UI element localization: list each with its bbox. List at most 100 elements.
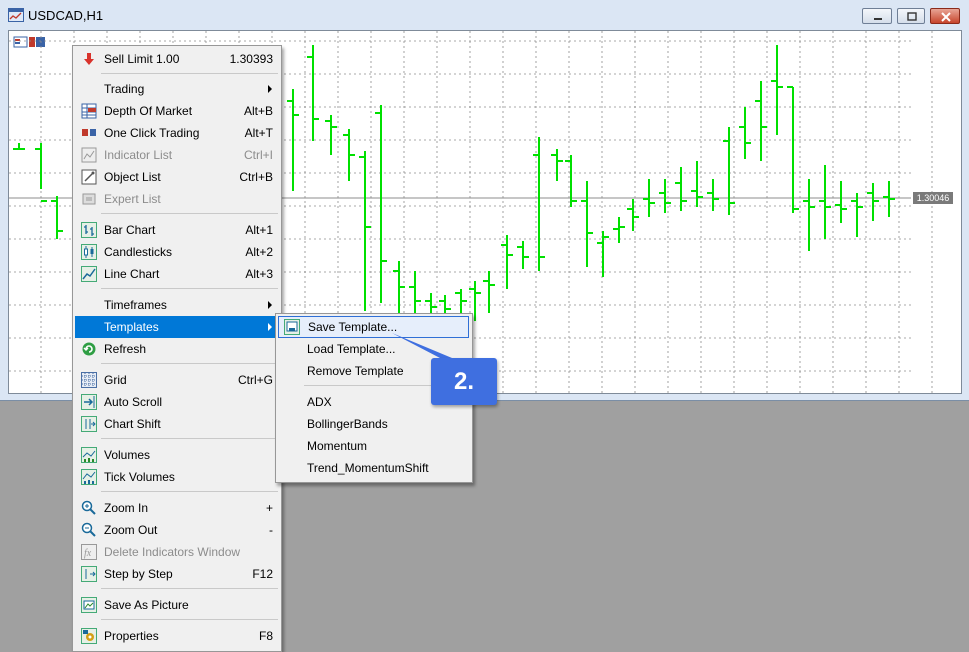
depth-of-market-icon — [81, 103, 97, 119]
menu-item-one-click-trading[interactable]: One Click Trading Alt+T — [75, 122, 278, 144]
menu-item-sell-limit[interactable]: Sell Limit 1.00 1.30393 — [75, 48, 278, 70]
menu-item-trading[interactable]: Trading — [75, 78, 278, 100]
price-bar — [287, 89, 299, 191]
chart-context-menu: Sell Limit 1.00 1.30393 Trading Depth Of… — [72, 45, 282, 652]
menu-item-tick-volumes[interactable]: Tick Volumes — [75, 466, 278, 488]
price-bar — [755, 81, 767, 161]
menu-item-timeframes[interactable]: Timeframes — [75, 294, 278, 316]
menu-item-templates[interactable]: Templates — [75, 316, 278, 338]
chart-toolbar-icons[interactable] — [13, 36, 45, 48]
price-bar — [517, 241, 529, 269]
menu-item-object-list[interactable]: Object List Ctrl+B — [75, 166, 278, 188]
price-bar — [533, 137, 545, 271]
chart-window-icon — [8, 8, 24, 22]
buy-quick-icon — [36, 37, 45, 47]
menu-item-volumes[interactable]: Volumes — [75, 444, 278, 466]
properties-icon — [81, 628, 97, 644]
submenu-item-load-template[interactable]: Load Template... — [278, 338, 469, 360]
menu-item-delete-indicators-window[interactable]: fx Delete Indicators Window — [75, 541, 278, 563]
menu-item-auto-scroll[interactable]: Auto Scroll — [75, 391, 278, 413]
grid-icon — [81, 372, 97, 388]
menu-item-bar-chart[interactable]: Bar Chart Alt+1 — [75, 219, 278, 241]
menu-item-properties[interactable]: Properties F8 — [75, 625, 278, 647]
price-bar — [627, 199, 639, 231]
price-bar — [551, 149, 563, 181]
minimize-icon — [874, 18, 882, 20]
price-bar — [51, 196, 63, 239]
maximize-button[interactable] — [897, 8, 925, 24]
save-as-picture-icon — [81, 597, 97, 613]
price-bar — [359, 151, 371, 311]
zoom-out-icon — [81, 522, 96, 537]
price-bar — [675, 167, 687, 211]
submenu-item-template-trend-momentumshift[interactable]: Trend_MomentumShift — [278, 457, 469, 479]
svg-text:fx: fx — [84, 548, 92, 559]
menu-item-candlesticks[interactable]: Candlesticks Alt+2 — [75, 241, 278, 263]
tick-volumes-icon — [81, 469, 97, 485]
price-bar — [851, 193, 863, 237]
menu-item-refresh[interactable]: Refresh — [75, 338, 278, 360]
price-bar — [803, 179, 815, 251]
price-bar — [739, 107, 751, 159]
submenu-arrow-icon — [268, 323, 272, 331]
menu-item-grid[interactable]: Grid Ctrl+G — [75, 369, 278, 391]
price-bar — [375, 105, 387, 303]
object-list-icon — [81, 169, 97, 185]
maximize-icon — [907, 12, 917, 21]
price-bar — [819, 165, 831, 239]
price-bar — [835, 181, 847, 223]
submenu-item-save-template[interactable]: Save Template... — [278, 316, 469, 338]
close-icon — [941, 12, 951, 22]
menu-item-depth-of-market[interactable]: Depth Of Market Alt+B — [75, 100, 278, 122]
price-bar — [867, 183, 879, 221]
auto-scroll-icon — [81, 394, 97, 410]
menu-separator — [101, 491, 278, 492]
close-button[interactable] — [930, 8, 960, 24]
candlesticks-icon — [81, 244, 97, 260]
title-bar[interactable]: USDCAD,H1 — [0, 0, 969, 30]
price-bar — [771, 45, 783, 135]
menu-separator — [101, 438, 278, 439]
delete-indicators-window-icon: fx — [81, 544, 97, 560]
step-by-step-icon — [81, 566, 97, 582]
submenu-item-template-momentum[interactable]: Momentum — [278, 435, 469, 457]
price-bar — [723, 127, 735, 215]
menu-separator — [101, 363, 278, 364]
price-bar — [325, 115, 337, 155]
menu-separator — [101, 619, 278, 620]
price-bar — [883, 181, 895, 217]
expert-list-icon — [82, 193, 96, 205]
refresh-icon — [82, 342, 96, 356]
menu-item-line-chart[interactable]: Line Chart Alt+3 — [75, 263, 278, 285]
menu-item-step-by-step[interactable]: Step by Step F12 — [75, 563, 278, 585]
menu-item-indicator-list[interactable]: Indicator List Ctrl+I — [75, 144, 278, 166]
bar-chart-icon — [81, 222, 97, 238]
chart-shift-icon — [81, 416, 97, 432]
minimize-button[interactable] — [862, 8, 892, 24]
line-chart-icon — [81, 266, 97, 282]
sell-limit-icon — [84, 53, 94, 65]
price-bar — [483, 271, 495, 313]
one-click-trading-icon — [82, 129, 96, 136]
save-template-icon — [284, 319, 300, 335]
menu-item-save-as-picture[interactable]: Save As Picture — [75, 594, 278, 616]
menu-separator — [101, 288, 278, 289]
zoom-in-icon — [81, 500, 96, 515]
price-bar — [13, 143, 25, 150]
window-title: USDCAD,H1 — [28, 8, 104, 23]
menu-item-zoom-out[interactable]: Zoom Out - — [75, 519, 278, 541]
price-bar — [597, 231, 609, 277]
indicator-list-icon — [81, 147, 97, 163]
menu-item-expert-list[interactable]: Expert List — [75, 188, 278, 210]
volumes-icon — [81, 447, 97, 463]
submenu-arrow-icon — [268, 301, 272, 309]
menu-separator — [101, 73, 278, 74]
price-bar — [307, 45, 319, 141]
menu-item-zoom-in[interactable]: Zoom In + — [75, 497, 278, 519]
submenu-item-template-bollingerbands[interactable]: BollingerBands — [278, 413, 469, 435]
menu-item-chart-shift[interactable]: Chart Shift — [75, 413, 278, 435]
price-bar — [659, 179, 671, 213]
current-price-label: 1.30046 — [913, 192, 953, 204]
submenu-arrow-icon — [268, 85, 272, 93]
price-bar — [707, 179, 719, 211]
